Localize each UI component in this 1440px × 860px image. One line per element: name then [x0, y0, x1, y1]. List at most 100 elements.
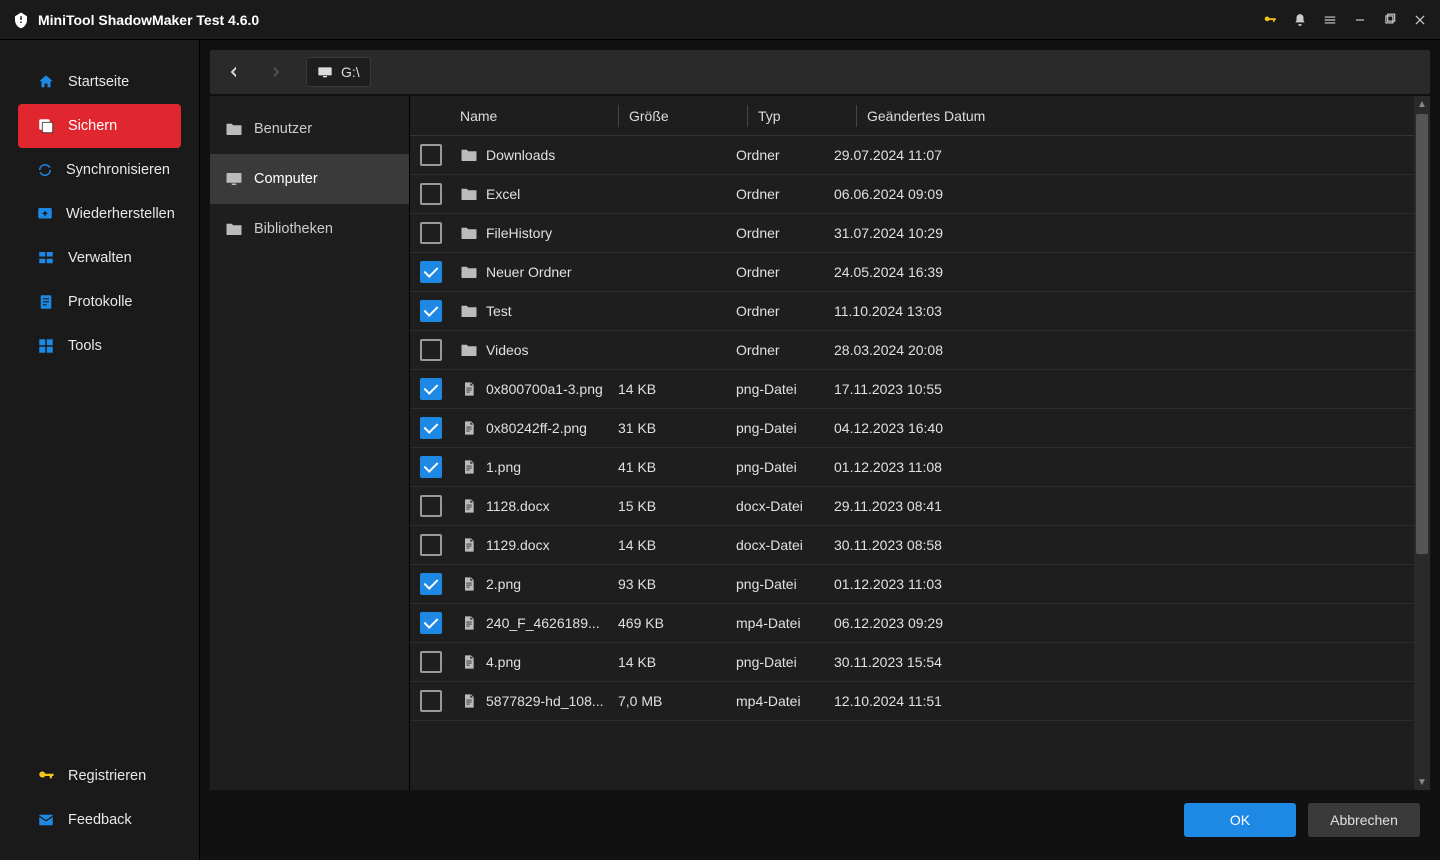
- file-row[interactable]: VideosOrdner28.03.2024 20:08: [410, 331, 1430, 370]
- footer: OK Abbrechen: [210, 790, 1430, 850]
- monitor-icon: [317, 65, 333, 79]
- tree-item[interactable]: Bibliotheken: [210, 204, 409, 254]
- sidebar-item-logs[interactable]: Protokolle: [18, 280, 181, 324]
- key-icon[interactable]: [1262, 12, 1278, 28]
- file-row[interactable]: 5877829-hd_108...7,0 MBmp4-Datei12.10.20…: [410, 682, 1430, 721]
- file-checkbox[interactable]: [420, 456, 442, 478]
- file-row[interactable]: 240_F_4626189...469 KBmp4-Datei06.12.202…: [410, 604, 1430, 643]
- file-row[interactable]: 0x800700a1-3.png14 KBpng-Datei17.11.2023…: [410, 370, 1430, 409]
- file-name: FileHistory: [486, 225, 618, 241]
- file-icon: [460, 692, 478, 710]
- folder-icon: [460, 263, 478, 281]
- file-row[interactable]: Neuer OrdnerOrdner24.05.2024 16:39: [410, 253, 1430, 292]
- scroll-up-icon[interactable]: ▲: [1414, 96, 1430, 112]
- titlebar: MiniTool ShadowMaker Test 4.6.0: [0, 0, 1440, 40]
- cancel-button[interactable]: Abbrechen: [1308, 803, 1420, 837]
- file-checkbox[interactable]: [420, 573, 442, 595]
- file-type: png-Datei: [736, 381, 834, 397]
- file-size: 31 KB: [618, 420, 736, 436]
- file-row[interactable]: 1128.docx15 KBdocx-Datei29.11.2023 08:41: [410, 487, 1430, 526]
- home-icon: [36, 72, 56, 92]
- file-checkbox[interactable]: [420, 144, 442, 166]
- file-date: 29.07.2024 11:07: [834, 147, 1430, 163]
- file-checkbox[interactable]: [420, 339, 442, 361]
- file-checkbox[interactable]: [420, 378, 442, 400]
- tree-item[interactable]: Computer: [210, 154, 409, 204]
- file-size: 93 KB: [618, 576, 736, 592]
- column-date[interactable]: Geändertes Datum: [867, 108, 1430, 124]
- file-icon: [460, 614, 478, 632]
- sidebar-item-tools[interactable]: Tools: [18, 324, 181, 368]
- sidebar-item-label: Startseite: [68, 74, 129, 90]
- file-size: 14 KB: [618, 537, 736, 553]
- file-checkbox[interactable]: [420, 612, 442, 634]
- file-name: 1.png: [486, 459, 618, 475]
- file-checkbox[interactable]: [420, 417, 442, 439]
- bell-icon[interactable]: [1292, 12, 1308, 28]
- backup-icon: [36, 116, 56, 136]
- scroll-down-icon[interactable]: ▼: [1414, 774, 1430, 790]
- file-row[interactable]: 0x80242ff-2.png31 KBpng-Datei04.12.2023 …: [410, 409, 1430, 448]
- file-row[interactable]: 2.png93 KBpng-Datei01.12.2023 11:03: [410, 565, 1430, 604]
- sidebar-item-mail[interactable]: Feedback: [18, 798, 181, 842]
- sidebar-item-backup[interactable]: Sichern: [18, 104, 181, 148]
- tree-item-label: Computer: [254, 171, 318, 187]
- file-row[interactable]: ExcelOrdner06.06.2024 09:09: [410, 175, 1430, 214]
- path-box[interactable]: G:\: [306, 57, 371, 87]
- file-checkbox[interactable]: [420, 300, 442, 322]
- content: G:\ Benutzer Computer Bibliotheken Name Gr…: [200, 40, 1440, 860]
- file-name: 1128.docx: [486, 498, 618, 514]
- file-type: Ordner: [736, 303, 834, 319]
- file-name: 0x80242ff-2.png: [486, 420, 618, 436]
- monitor-icon: [224, 170, 244, 188]
- file-type: Ordner: [736, 186, 834, 202]
- file-name: 240_F_4626189...: [486, 615, 618, 631]
- column-size[interactable]: Größe: [629, 108, 747, 124]
- sidebar-item-label: Tools: [68, 338, 102, 354]
- file-name: Test: [486, 303, 618, 319]
- sidebar-item-sync[interactable]: Synchronisieren: [18, 148, 181, 192]
- column-name[interactable]: Name: [460, 108, 618, 124]
- menu-icon[interactable]: [1322, 12, 1338, 28]
- path-toolbar: G:\: [210, 50, 1430, 94]
- file-size: 41 KB: [618, 459, 736, 475]
- file-row[interactable]: 1.png41 KBpng-Datei01.12.2023 11:08: [410, 448, 1430, 487]
- scroll-thumb[interactable]: [1416, 114, 1428, 554]
- file-date: 01.12.2023 11:03: [834, 576, 1430, 592]
- ok-button[interactable]: OK: [1184, 803, 1296, 837]
- file-checkbox[interactable]: [420, 183, 442, 205]
- file-row[interactable]: 4.png14 KBpng-Datei30.11.2023 15:54: [410, 643, 1430, 682]
- maximize-icon[interactable]: [1382, 12, 1398, 28]
- file-checkbox[interactable]: [420, 495, 442, 517]
- column-type[interactable]: Typ: [758, 108, 856, 124]
- file-checkbox[interactable]: [420, 534, 442, 556]
- file-type: mp4-Datei: [736, 615, 834, 631]
- sidebar-item-restore[interactable]: Wiederherstellen: [18, 192, 181, 236]
- nav-back-icon[interactable]: [222, 60, 246, 84]
- file-checkbox[interactable]: [420, 222, 442, 244]
- file-type: docx-Datei: [736, 537, 834, 553]
- sidebar-item-home[interactable]: Startseite: [18, 60, 181, 104]
- scrollbar[interactable]: ▲ ▼: [1414, 96, 1430, 790]
- sidebar-item-key[interactable]: Registrieren: [18, 754, 181, 798]
- file-row[interactable]: 1129.docx14 KBdocx-Datei30.11.2023 08:58: [410, 526, 1430, 565]
- tree-item[interactable]: Benutzer: [210, 104, 409, 154]
- file-row[interactable]: FileHistoryOrdner31.07.2024 10:29: [410, 214, 1430, 253]
- close-icon[interactable]: [1412, 12, 1428, 28]
- file-type: Ordner: [736, 225, 834, 241]
- file-name: 1129.docx: [486, 537, 618, 553]
- sidebar-item-label: Sichern: [68, 118, 117, 134]
- file-date: 01.12.2023 11:08: [834, 459, 1430, 475]
- file-checkbox[interactable]: [420, 690, 442, 712]
- file-row[interactable]: DownloadsOrdner29.07.2024 11:07: [410, 136, 1430, 175]
- folder-icon: [460, 185, 478, 203]
- file-checkbox[interactable]: [420, 261, 442, 283]
- sidebar-item-manage[interactable]: Verwalten: [18, 236, 181, 280]
- folder-icon: [224, 120, 244, 138]
- minimize-icon[interactable]: [1352, 12, 1368, 28]
- sidebar: Startseite Sichern SynchronisierenWiederhe…: [0, 40, 200, 860]
- file-checkbox[interactable]: [420, 651, 442, 673]
- file-row[interactable]: TestOrdner11.10.2024 13:03: [410, 292, 1430, 331]
- file-type: png-Datei: [736, 459, 834, 475]
- file-list-header: Name Größe Typ Geändertes Datum: [410, 96, 1430, 136]
